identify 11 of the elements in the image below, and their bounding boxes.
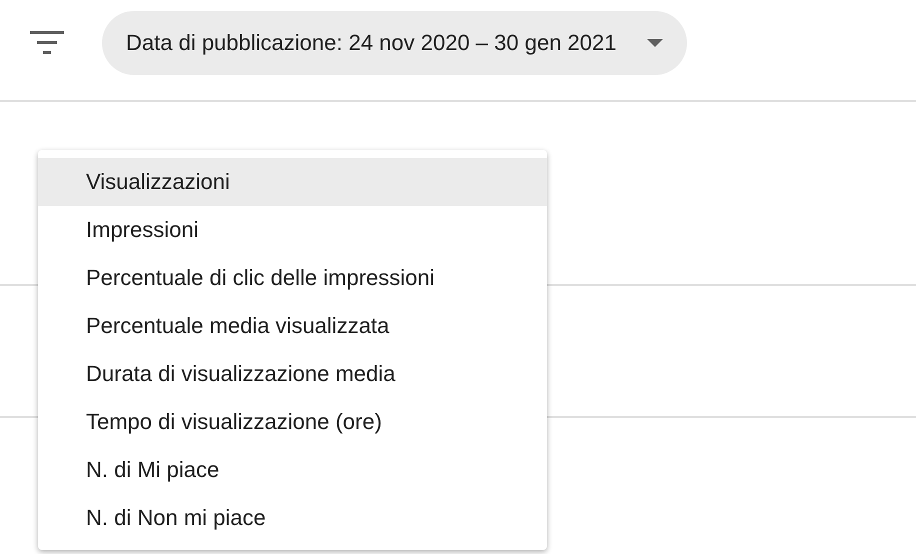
menu-item[interactable]: N. di Non mi piace [38, 494, 547, 542]
menu-item[interactable]: Impressioni [38, 206, 547, 254]
menu-item[interactable]: N. di Mi piace [38, 446, 547, 494]
date-filter-chip[interactable]: Data di pubblicazione: 24 nov 2020 – 30 gen 2021 [102, 11, 686, 75]
menu-item[interactable]: Durata di visualizzazione media [38, 350, 547, 398]
menu-item[interactable]: Percentuale media visualizzata [38, 302, 547, 350]
menu-item[interactable]: Visualizzazioni [38, 158, 547, 206]
menu-item[interactable]: Tempo di visualizzazione (ore) [38, 398, 547, 446]
menu-item[interactable]: Percentuale di clic delle impressioni [38, 254, 547, 302]
filter-icon[interactable] [30, 31, 64, 55]
caret-icon [646, 39, 662, 47]
